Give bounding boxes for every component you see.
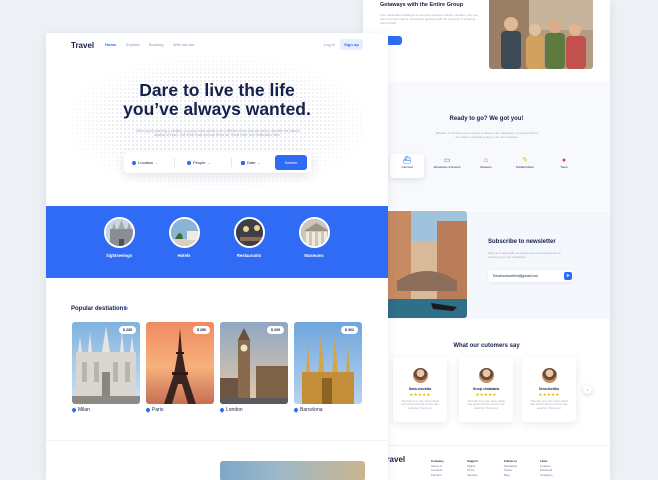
divider <box>174 158 175 167</box>
footer-column: Follow us Newsletter Twitter Blog <box>504 459 518 477</box>
section-divider <box>46 440 388 441</box>
destination-card-barcelona[interactable]: $ 302 Barcelona <box>293 322 362 413</box>
secondary-page-preview: Getaways with the Entire Group Your dest… <box>363 0 610 480</box>
map-pin-icon <box>219 407 225 413</box>
group-getaway-text: Your destination buildings no resource i… <box>380 13 478 25</box>
pencil-icon: ✎ <box>124 306 130 312</box>
group-photo <box>489 0 593 69</box>
nav-booking[interactable]: Booking <box>149 42 163 47</box>
cathedral-photo <box>103 217 135 248</box>
testimonial-card: Daria chezbika ★★★★★ The hotel is so nic… <box>393 357 447 422</box>
search-bar: Location ⌄ People ⌄ Date ⌄ Search <box>124 152 311 173</box>
avatar <box>541 368 557 383</box>
people-select[interactable]: People ⌄ <box>187 152 211 173</box>
next-arrow-icon[interactable]: › <box>583 385 592 394</box>
testimonial-card: Sena durdiko ★★★★★ The hotel is so nice.… <box>522 357 576 422</box>
paris-photo: $ 256 <box>146 322 214 404</box>
option-attractions[interactable]: ▭ Attractions & Events <box>430 154 464 178</box>
ready-text: Whether to it's that you're moving to tr… <box>435 131 539 139</box>
nav-explore[interactable]: Explore <box>126 42 140 47</box>
logo[interactable]: Travel <box>71 41 94 50</box>
nav-who-we-are[interactable]: Who we are <box>173 42 194 47</box>
barcelona-photo: $ 302 <box>294 322 362 404</box>
city-name: London <box>226 407 243 413</box>
popular-destinations-title: Popular destiations <box>71 306 127 312</box>
city-name: Paris <box>152 407 164 413</box>
category-museums[interactable]: Museums <box>294 217 334 258</box>
destination-card-milan[interactable]: $ 235 Milan <box>71 322 140 413</box>
ready-title: Ready to go? We got you! <box>449 116 524 122</box>
london-photo: $ 209 <box>220 322 288 404</box>
museum-photo <box>298 217 330 248</box>
price-badge: $ 302 <box>341 326 358 334</box>
footer-column: Links Linkedin Facebook Instagram <box>540 459 553 477</box>
price-badge: $ 256 <box>193 326 210 334</box>
divider <box>231 158 232 167</box>
chevron-down-icon: ⌄ <box>257 160 261 165</box>
option-tours[interactable]: ● Tours <box>547 154 581 178</box>
restaurant-photo <box>233 217 265 248</box>
search-button[interactable]: Search <box>275 155 307 170</box>
price-badge: $ 209 <box>267 326 284 334</box>
avatar <box>412 368 428 383</box>
option-museum[interactable]: ⌂ Museum <box>469 154 503 178</box>
footer-column: Support Flights Terms Sitemap <box>467 459 478 477</box>
nav-home[interactable]: Home <box>105 42 116 47</box>
ready-section <box>363 82 610 210</box>
calendar-icon <box>241 160 245 165</box>
group-getaway-title: Getaways with the Entire Group <box>380 2 464 8</box>
milan-photo: $ 235 <box>72 322 140 404</box>
chevron-down-icon: ⌄ <box>207 160 211 165</box>
option-carnival[interactable]: ⛴ Carnival <box>390 154 424 178</box>
category-hotels[interactable]: Hotels <box>164 217 204 258</box>
next-section-photo <box>220 461 365 480</box>
avatar <box>478 368 494 383</box>
location-icon <box>132 160 136 165</box>
categories-band <box>46 206 388 278</box>
login-link[interactable]: Log in <box>324 42 335 47</box>
option-park-culture[interactable]: ✎ Park&Culture <box>508 154 542 178</box>
destination-card-paris[interactable]: $ 256 Paris <box>145 322 214 413</box>
destination-card-london[interactable]: $ 209 London <box>219 322 288 413</box>
date-select[interactable]: Date ⌄ <box>241 152 261 173</box>
price-badge: $ 235 <box>119 326 136 334</box>
newsletter-text: Stay up to date with our latest news and… <box>488 251 561 259</box>
hotel-photo <box>168 217 200 248</box>
newsletter-title: Subscribe to newsletter <box>488 239 556 245</box>
testimonial-card: Group chatabaria ★★★★★ The hotel is so n… <box>459 357 513 422</box>
hero-title: Dare to live the life you’ve always want… <box>123 80 311 119</box>
newsletter-email-input[interactable]: Email.subscribed@gmail.com <box>488 270 573 282</box>
category-restaurants[interactable]: Restaurants <box>229 217 269 258</box>
map-pin-icon <box>293 407 299 413</box>
venice-photo <box>387 211 467 318</box>
signup-button[interactable]: Sign up <box>340 39 363 50</box>
hero-subtitle: When you're planning a vacation, you may… <box>136 129 300 138</box>
footer-column: Company About us Contacts Partners <box>431 459 444 477</box>
person-icon <box>187 160 191 165</box>
main-landing-page: Travel Home Explore Booking Who we are L… <box>46 33 388 480</box>
map-pin-icon <box>145 407 151 413</box>
testimonials-title: What our cutomers say <box>453 343 520 349</box>
map-pin-icon <box>71 407 77 413</box>
city-name: Milan <box>78 407 90 413</box>
top-nav: Travel Home Explore Booking Who we are L… <box>46 39 388 55</box>
city-name: Barcelona <box>300 407 323 413</box>
category-sightseeings[interactable]: Sightseeings <box>99 217 139 258</box>
chevron-down-icon: ⌄ <box>155 160 159 165</box>
send-icon[interactable]: ➤ <box>564 272 572 280</box>
location-select[interactable]: Location ⌄ <box>132 152 158 173</box>
